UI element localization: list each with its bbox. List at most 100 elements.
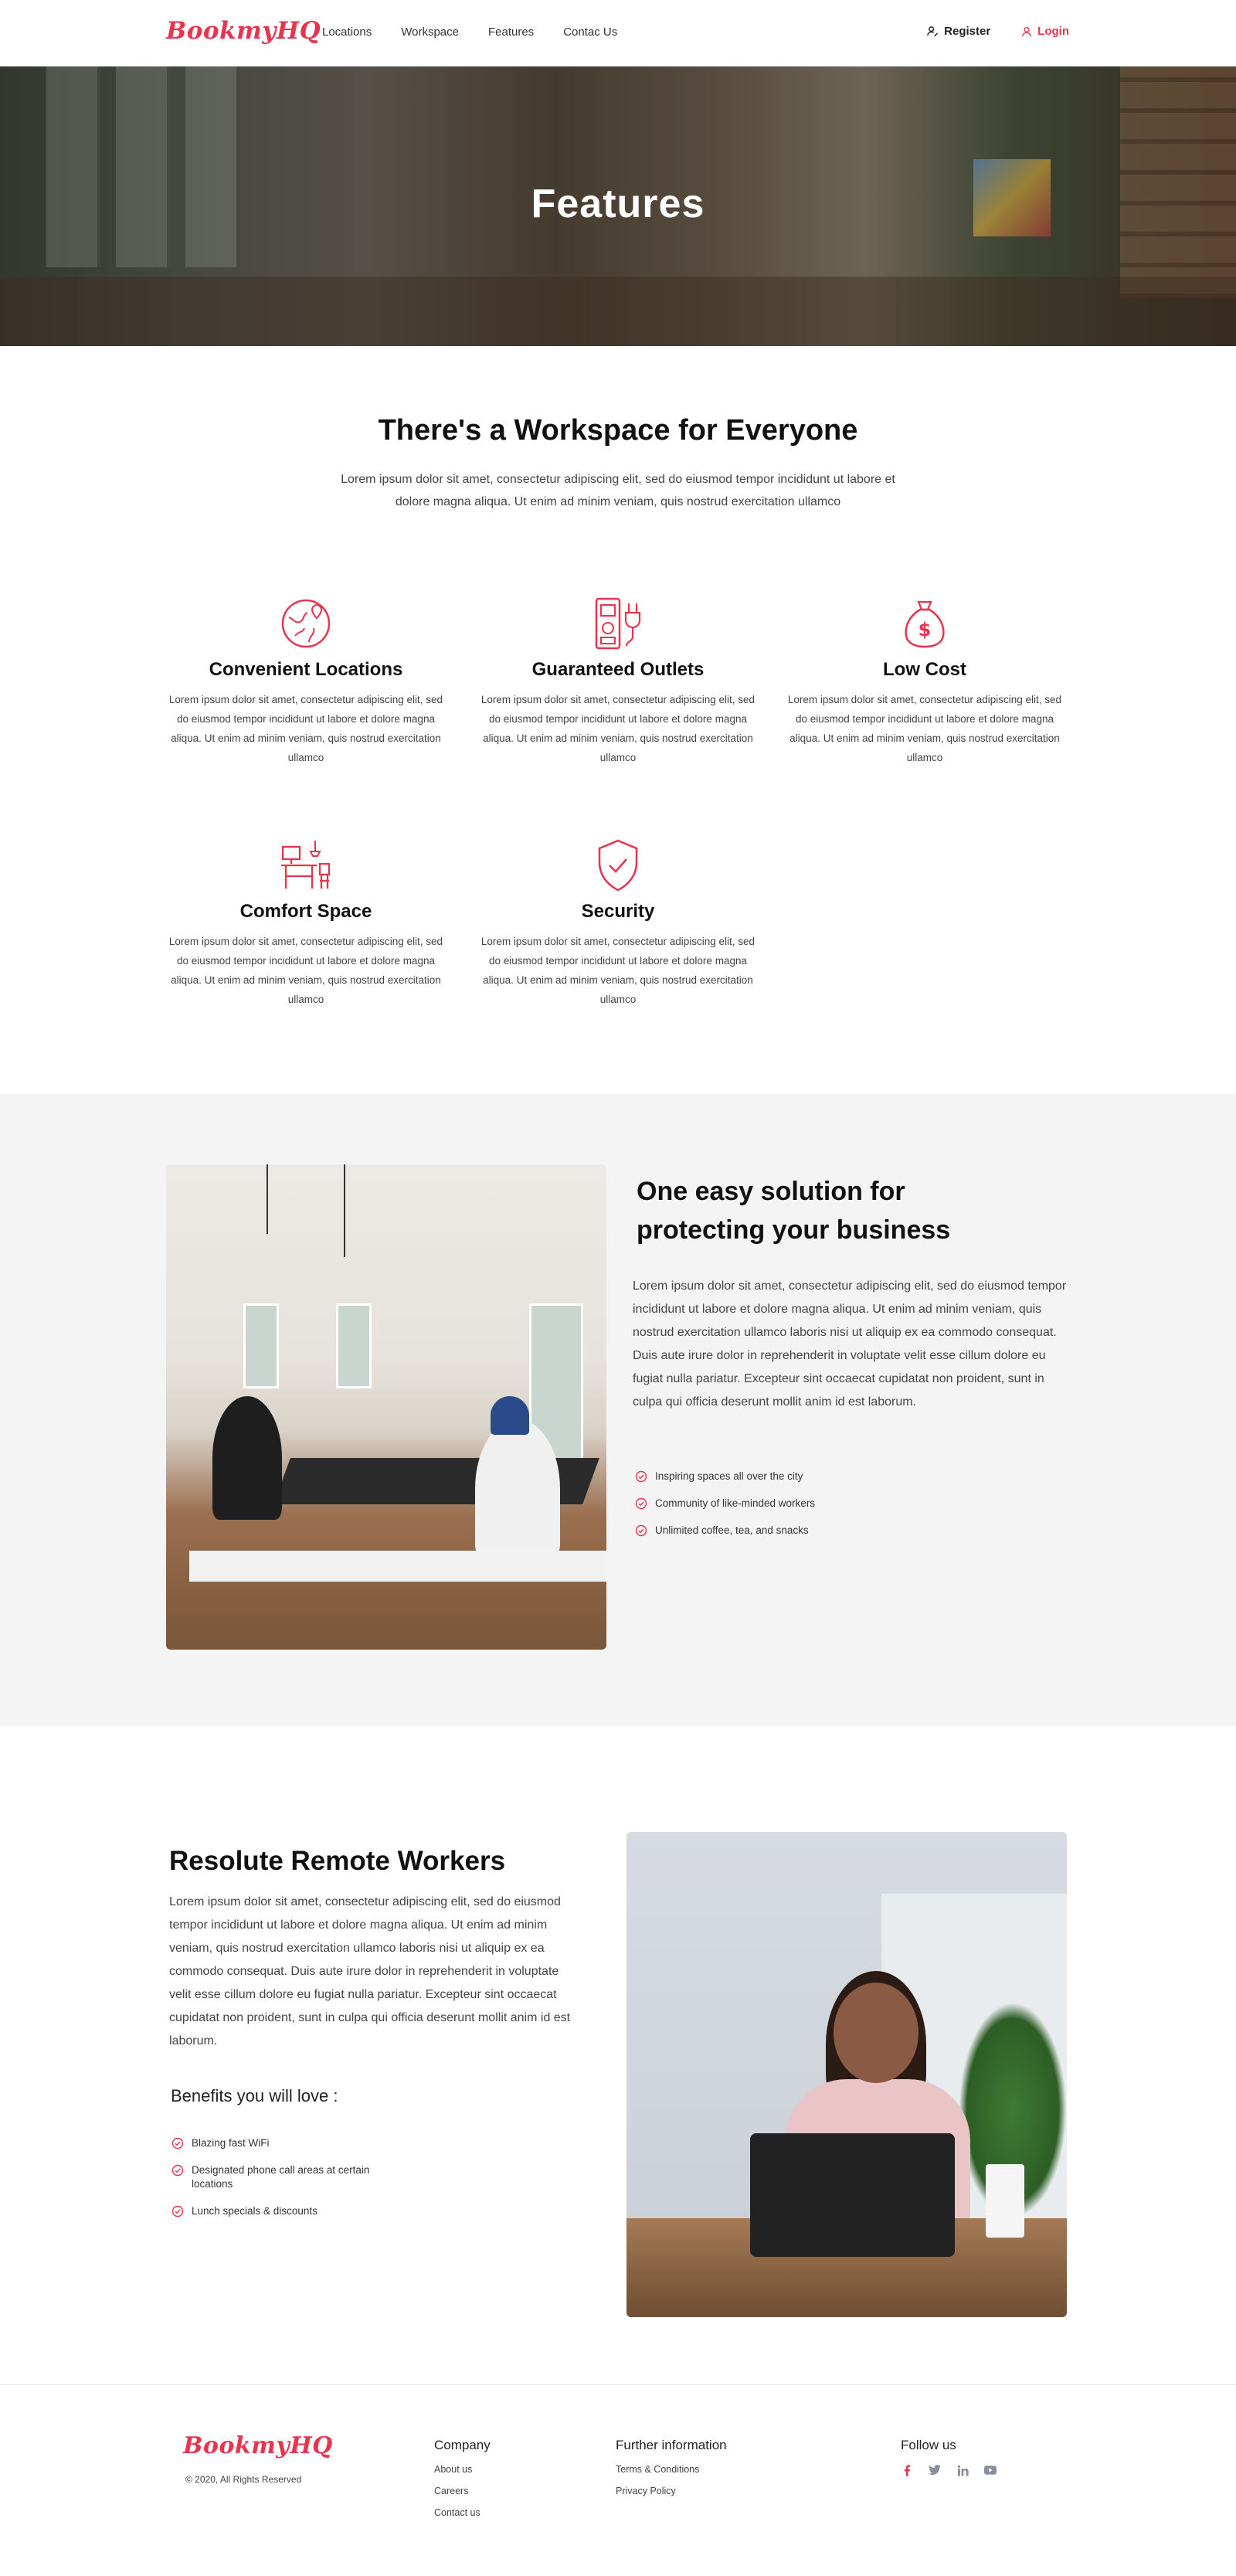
remote-text: Lorem ipsum dolor sit amet, consectetur … xyxy=(169,1895,571,2048)
check-circle-icon xyxy=(171,2205,184,2217)
login-button[interactable]: Login xyxy=(1021,25,1069,38)
footer-link-contact[interactable]: Contact us xyxy=(434,2507,491,2518)
benefits-checklist: Blazing fast WiFi Designated phone call … xyxy=(171,2136,388,2231)
user-icon xyxy=(1022,26,1032,36)
register-label: Register xyxy=(944,25,991,38)
nav-link-locations[interactable]: Locations xyxy=(322,25,372,39)
photo-lamp xyxy=(344,1164,345,1257)
footer-divider xyxy=(0,2384,1236,2385)
feature-text: Lorem ipsum dolor sit amet, consectetur … xyxy=(787,694,1062,763)
power-outlet-icon xyxy=(595,597,641,650)
list-item-label: Blazing fast WiFi xyxy=(192,2137,270,2149)
remote-worker-photo xyxy=(626,1832,1067,2317)
photo-person xyxy=(491,1396,529,1435)
footer-link-careers[interactable]: Careers xyxy=(434,2486,491,2496)
nav-link-features[interactable]: Features xyxy=(488,25,534,39)
photo-person xyxy=(475,1419,560,1558)
solution-text: Lorem ipsum dolor sit amet, consectetur … xyxy=(633,1280,1067,1409)
desk-chair-icon xyxy=(281,841,331,889)
feature-title: Comfort Space xyxy=(239,901,372,922)
photo-table xyxy=(189,1551,606,1582)
footer-logo[interactable]: BookmyHQ xyxy=(183,2432,333,2459)
login-label: Login xyxy=(1037,25,1069,38)
register-button[interactable]: Register xyxy=(927,25,990,38)
solution-checklist: Inspiring spaces all over the city Commu… xyxy=(635,1470,815,1551)
check-circle-icon xyxy=(171,2137,184,2149)
list-item: Unlimited coffee, tea, and snacks xyxy=(635,1524,815,1538)
feature-text: Lorem ipsum dolor sit amet, consectetur … xyxy=(480,694,756,763)
coworking-photo xyxy=(166,1164,606,1650)
twitter-icon[interactable] xyxy=(929,2464,941,2476)
feature-text: Lorem ipsum dolor sit amet, consectetur … xyxy=(480,936,756,1005)
solution-heading: One easy solution for protecting your bu… xyxy=(637,1172,950,1249)
feature-title: Guaranteed Outlets xyxy=(531,659,705,680)
list-item-label: Unlimited coffee, tea, and snacks xyxy=(655,1524,809,1536)
feature-card: Security Lorem ipsum dolor sit amet, con… xyxy=(475,838,761,1009)
top-navbar: BookmyHQ Locations Workspace Features Co… xyxy=(0,0,1236,66)
footer-column-title: Company xyxy=(434,2438,491,2452)
footer-column-title: Further information xyxy=(616,2438,727,2452)
hero-photo-floor xyxy=(0,277,1236,346)
list-item: Blazing fast WiFi xyxy=(171,2136,388,2150)
photo-person-head xyxy=(834,1983,919,2083)
list-item-label: Inspiring spaces all over the city xyxy=(655,1470,803,1482)
footer-link-terms[interactable]: Terms & Conditions xyxy=(616,2464,727,2475)
footer-link-about[interactable]: About us xyxy=(434,2464,491,2475)
feature-card: $ Low Cost Lorem ipsum dolor sit amet, c… xyxy=(782,596,1068,767)
check-circle-icon xyxy=(635,1524,647,1537)
copyright: © 2020, All Rights Reserved xyxy=(185,2474,302,2485)
workspace-description: Lorem ipsum dolor sit amet, consectetur … xyxy=(341,473,895,508)
list-item-label: Designated phone call areas at certain l… xyxy=(192,2164,370,2190)
money-bag-icon: $ xyxy=(905,600,945,648)
page-title: Features xyxy=(531,182,705,226)
workspace-heading: There's a Workspace for Everyone xyxy=(378,414,858,447)
list-item-label: Lunch specials & discounts xyxy=(192,2205,317,2217)
feature-title: Security xyxy=(581,901,655,922)
list-item: Community of like-minded workers xyxy=(635,1497,815,1511)
photo-window xyxy=(243,1303,279,1388)
footer-info: Further information Terms & Conditions P… xyxy=(616,2438,727,2507)
solution-heading-line: protecting your business xyxy=(637,1215,951,1245)
user-edit-icon xyxy=(927,26,939,37)
nav-links: Locations Workspace Features Contac Us xyxy=(322,25,617,39)
solution-heading-line: One easy solution for xyxy=(637,1177,905,1206)
globe-pin-icon xyxy=(281,599,331,648)
feature-title: Low Cost xyxy=(883,659,966,680)
linkedin-icon[interactable] xyxy=(956,2464,969,2476)
nav-link-contact[interactable]: Contac Us xyxy=(563,25,617,39)
svg-text:$: $ xyxy=(919,619,932,641)
hero-banner: Features xyxy=(0,66,1236,346)
photo-laptop xyxy=(750,2133,955,2257)
feature-card: Comfort Space Lorem ipsum dolor sit amet… xyxy=(163,838,449,1009)
feature-card: Guaranteed Outlets Lorem ipsum dolor sit… xyxy=(475,596,761,767)
feature-text: Lorem ipsum dolor sit amet, consectetur … xyxy=(168,694,443,763)
list-item-label: Community of like-minded workers xyxy=(655,1497,816,1509)
remote-heading: Resolute Remote Workers xyxy=(169,1846,506,1876)
nav-account: Register Login xyxy=(927,25,1069,38)
hero-photo-window xyxy=(116,66,170,267)
feature-title: Convenient Locations xyxy=(209,659,403,680)
brand-logo[interactable]: BookmyHQ xyxy=(166,17,321,45)
social-links xyxy=(901,2464,997,2476)
list-item: Designated phone call areas at certain l… xyxy=(171,2163,388,2191)
footer-company: Company About us Careers Contact us xyxy=(434,2438,491,2529)
shield-check-icon xyxy=(598,839,638,892)
youtube-icon[interactable] xyxy=(984,2464,997,2476)
hero-photo-window xyxy=(46,66,100,267)
photo-cup xyxy=(986,2164,1024,2238)
check-circle-icon xyxy=(635,1470,647,1483)
footer-link-privacy[interactable]: Privacy Policy xyxy=(616,2486,727,2496)
photo-window xyxy=(336,1303,372,1388)
list-item: Inspiring spaces all over the city xyxy=(635,1470,815,1483)
check-circle-icon xyxy=(635,1497,647,1510)
photo-person xyxy=(212,1396,282,1520)
photo-lamp xyxy=(267,1164,268,1234)
feature-text: Lorem ipsum dolor sit amet, consectetur … xyxy=(168,936,443,1005)
footer-column-title: Follow us xyxy=(901,2438,956,2452)
hero-photo-window xyxy=(185,66,239,267)
nav-link-workspace[interactable]: Workspace xyxy=(401,25,459,39)
footer-follow: Follow us xyxy=(901,2438,997,2476)
list-item: Lunch specials & discounts xyxy=(171,2204,388,2218)
facebook-icon[interactable] xyxy=(901,2464,913,2476)
feature-card: Convenient Locations Lorem ipsum dolor s… xyxy=(163,596,449,767)
